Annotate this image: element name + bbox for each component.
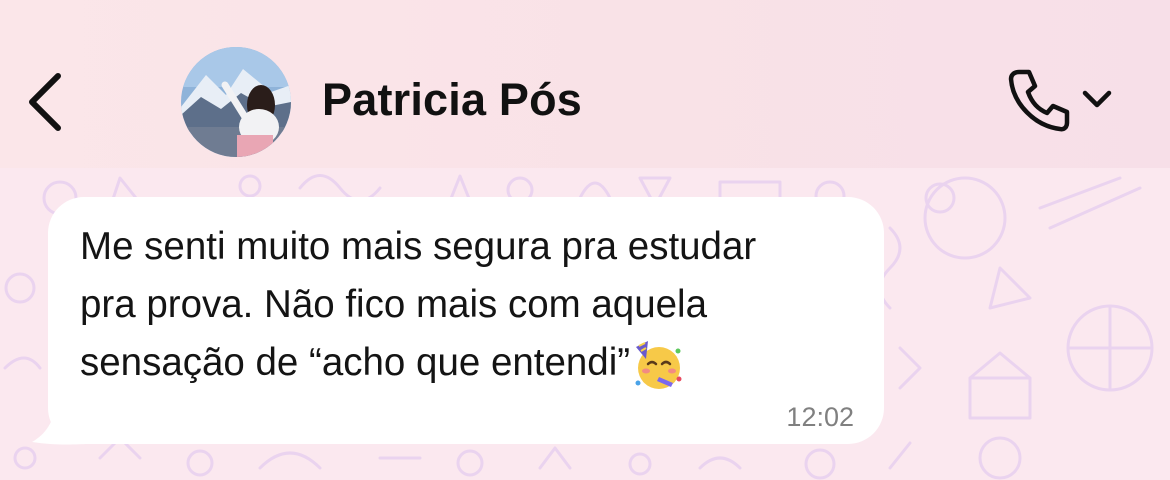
chevron-down-icon[interactable] xyxy=(1081,88,1113,110)
message-timestamp: 12:02 xyxy=(786,402,854,432)
avatar[interactable] xyxy=(181,47,291,157)
partying-face-icon xyxy=(635,341,682,389)
back-icon[interactable] xyxy=(22,70,66,134)
chat-header: Patricia Pós xyxy=(0,0,1170,168)
message-text: Me senti muito mais segura pra estudar p… xyxy=(80,218,870,392)
call-icon[interactable] xyxy=(1005,66,1071,134)
contact-name[interactable]: Patricia Pós xyxy=(322,74,582,126)
